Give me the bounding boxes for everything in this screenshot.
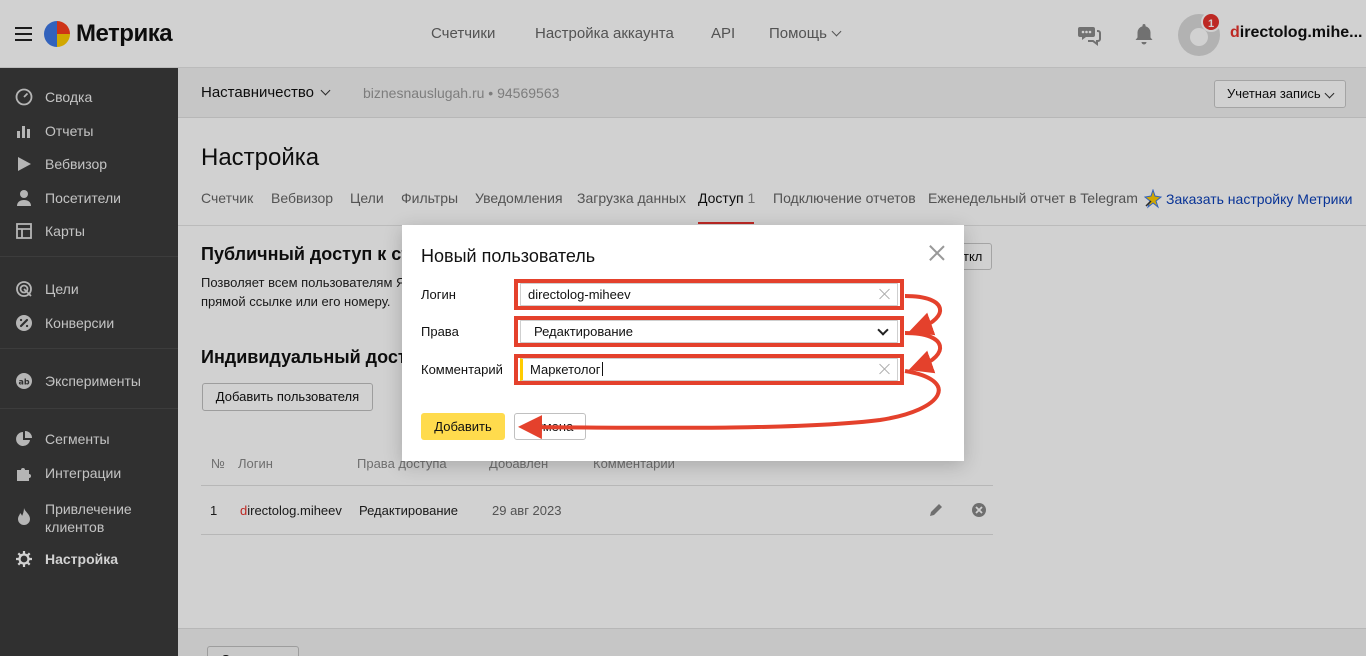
rights-label: Права — [421, 324, 459, 339]
login-label: Логин — [421, 287, 456, 302]
annotation-box-comment — [514, 354, 904, 385]
add-button[interactable]: Добавить — [421, 413, 505, 440]
annotation-box-login — [514, 279, 904, 310]
dialog-title: Новый пользователь — [421, 246, 596, 266]
comment-label: Комментарий — [421, 362, 503, 377]
new-user-dialog: Новый пользователь Логин directolog-mihe… — [402, 225, 964, 461]
annotation-box-rights — [514, 316, 904, 347]
cancel-button[interactable]: Отмена — [514, 413, 586, 440]
close-icon[interactable] — [929, 245, 945, 261]
